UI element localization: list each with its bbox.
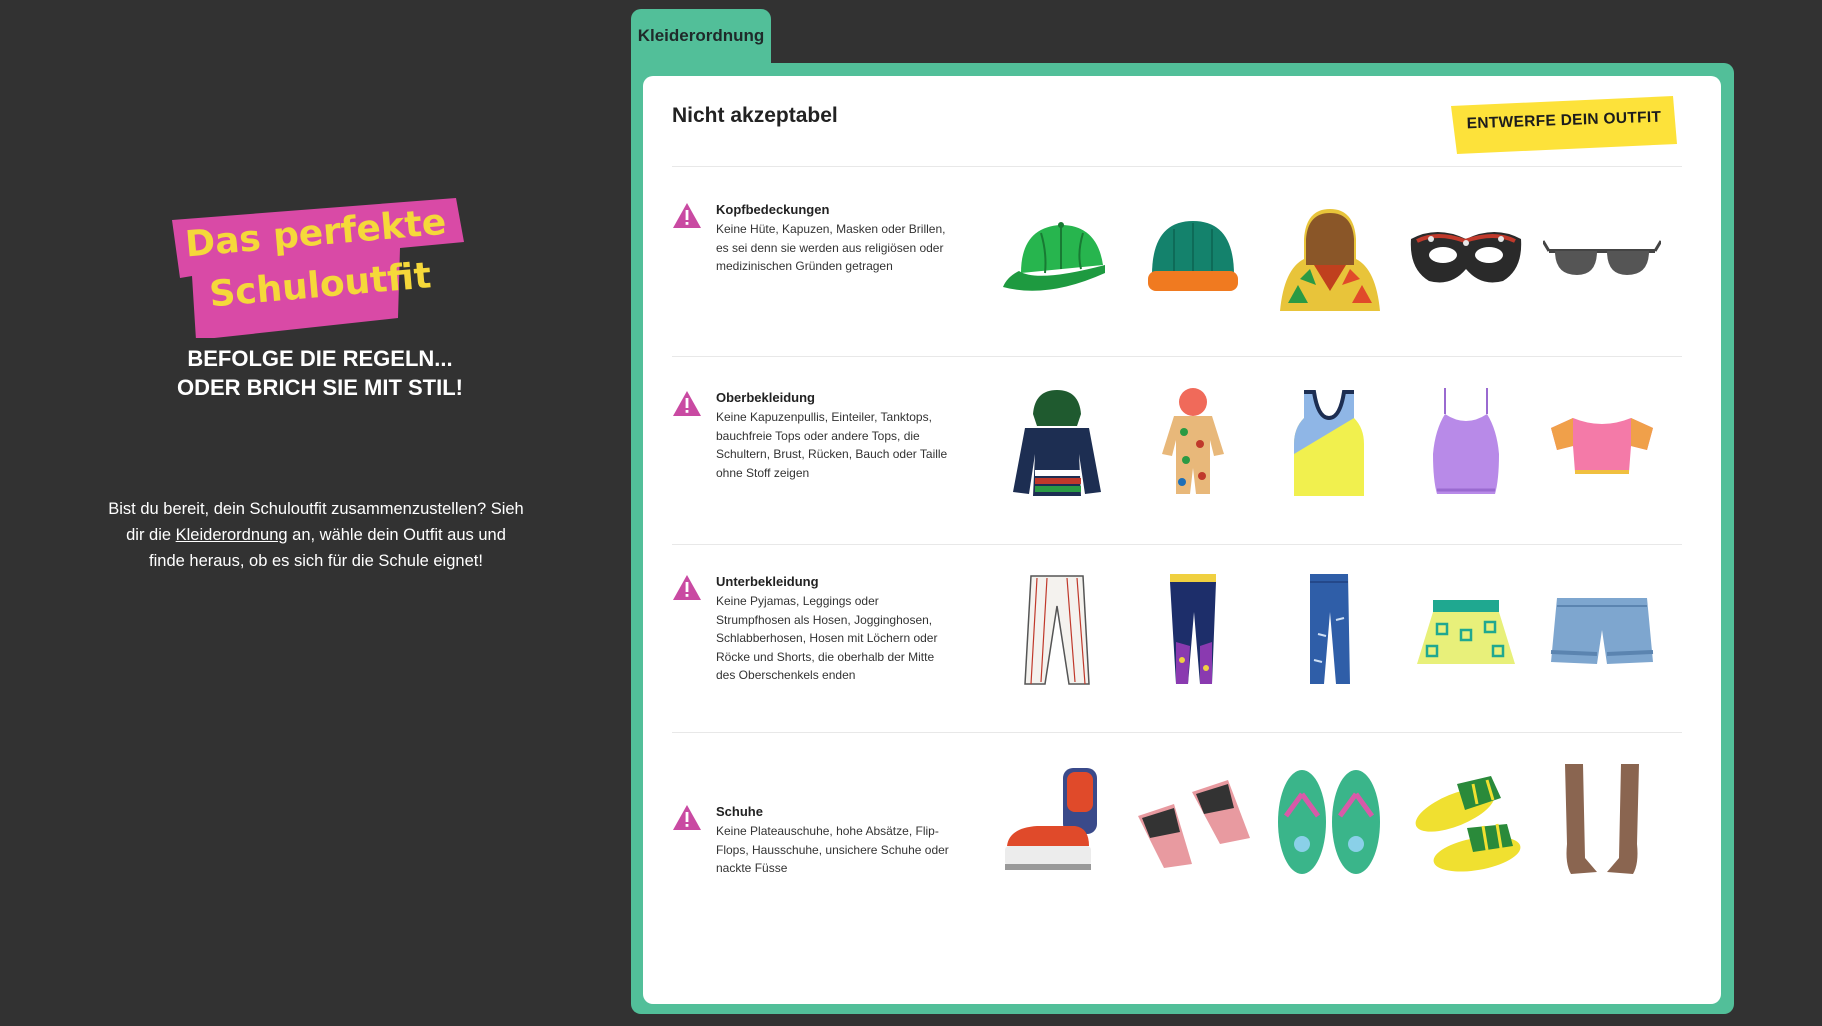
leggings-icon[interactable] xyxy=(1134,572,1252,690)
tab-dress-code[interactable]: Kleiderordnung xyxy=(631,9,771,71)
warning-icon xyxy=(673,391,701,416)
onesie-icon[interactable] xyxy=(1134,384,1252,502)
mask-icon[interactable] xyxy=(1407,199,1525,317)
subtitle-line1: BEFOLGE DIE REGELN... xyxy=(187,346,453,371)
platform-sneaker-icon[interactable] xyxy=(997,764,1115,882)
rule-description: Keine Kapuzenpullis, Einteiler, Tanktops… xyxy=(716,410,948,480)
mini-skirt-icon[interactable] xyxy=(1407,572,1525,690)
camisole-icon[interactable] xyxy=(1407,384,1525,502)
dress-code-card: Nicht akzeptabel ENTWERFE DEIN OUTFIT Ko… xyxy=(643,76,1721,1004)
divider xyxy=(672,732,1682,733)
flip-flops-icon[interactable] xyxy=(1270,764,1388,882)
bare-feet-icon[interactable] xyxy=(1543,764,1661,882)
intro-text: Bist du bereit, dein Schuloutfit zusamme… xyxy=(106,496,526,574)
hoodie-icon[interactable] xyxy=(997,384,1115,502)
pyjama-pants-icon[interactable] xyxy=(997,572,1115,690)
warning-icon xyxy=(673,805,701,830)
rule-title: Oberbekleidung xyxy=(716,390,815,405)
rule-title: Kopfbedeckungen xyxy=(716,202,830,217)
title-badge: Das perfekte Schuloutfit xyxy=(168,198,468,338)
warning-icon xyxy=(673,575,701,600)
rule-description: Keine Pyjamas, Leggings oder Strumpfhose… xyxy=(716,594,938,682)
design-outfit-button[interactable]: ENTWERFE DEIN OUTFIT xyxy=(1451,96,1677,154)
denim-shorts-icon[interactable] xyxy=(1543,572,1661,690)
tanktop-icon[interactable] xyxy=(1270,384,1388,502)
divider xyxy=(672,356,1682,357)
divider xyxy=(672,166,1682,167)
ripped-jeans-icon[interactable] xyxy=(1270,572,1388,690)
rule-title: Schuhe xyxy=(716,804,763,819)
cap-icon[interactable] xyxy=(997,199,1115,317)
warning-icon xyxy=(673,203,701,228)
rule-row-headwear: Kopfbedeckungen Keine Hüte, Kapuzen, Mas… xyxy=(672,194,1682,382)
dress-code-link[interactable]: Kleiderordnung xyxy=(176,526,288,544)
divider xyxy=(672,544,1682,545)
beanie-icon[interactable] xyxy=(1134,199,1252,317)
subtitle-line2: ODER BRICH SIE MIT STIL! xyxy=(177,375,463,400)
heel-sandal-icon[interactable] xyxy=(1134,764,1252,882)
croptop-icon[interactable] xyxy=(1543,384,1661,502)
sunglasses-icon[interactable] xyxy=(1541,199,1663,317)
hood-icon[interactable] xyxy=(1270,199,1388,317)
page-subtitle: BEFOLGE DIE REGELN... ODER BRICH SIE MIT… xyxy=(120,344,520,402)
rule-row-shoes: Schuhe Keine Plateauschuhe, hohe Absätze… xyxy=(672,760,1682,948)
rule-title: Unterbekleidung xyxy=(716,574,819,589)
intro-panel: Das perfekte Schuloutfit BEFOLGE DIE REG… xyxy=(0,0,632,1026)
card-title: Nicht akzeptabel xyxy=(672,104,838,127)
slippers-icon[interactable] xyxy=(1407,764,1525,882)
rule-description: Keine Hüte, Kapuzen, Masken oder Brillen… xyxy=(716,222,946,273)
rule-description: Keine Plateauschuhe, hohe Absätze, Flip-… xyxy=(716,824,949,875)
